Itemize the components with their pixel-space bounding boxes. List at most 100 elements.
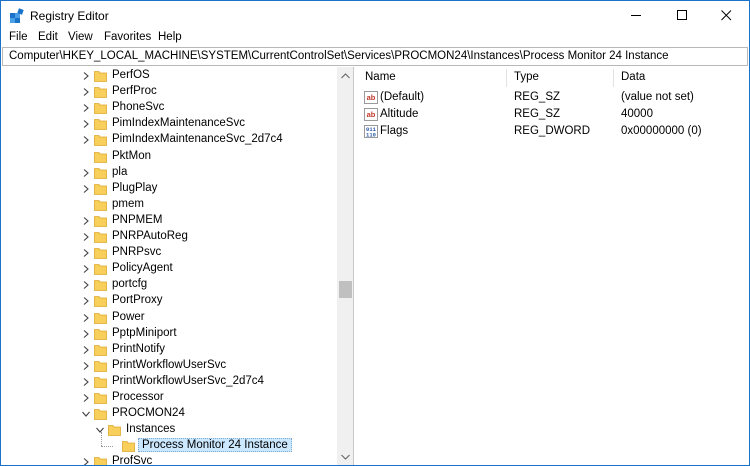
key-tree-pane[interactable]: PerfOS PerfProc PhoneSvc PimIndexMaintenanc… — [2, 67, 354, 465]
chevron-right-icon[interactable] — [81, 248, 91, 258]
tree-item[interactable]: portcfg — [2, 277, 337, 293]
chevron-right-icon[interactable] — [81, 377, 91, 387]
menu-help[interactable]: Help — [158, 31, 182, 43]
chevron-right-icon[interactable] — [81, 87, 91, 97]
tree-item-label[interactable]: PimIndexMaintenanceSvc — [110, 117, 247, 129]
chevron-right-icon[interactable] — [81, 296, 91, 306]
tree-item-label[interactable]: Instances — [124, 423, 177, 435]
column-header-name[interactable]: Name — [365, 71, 396, 83]
tree-item-label[interactable]: Processor — [110, 391, 166, 403]
scroll-up-button[interactable] — [337, 67, 353, 84]
value-name: Flags — [380, 125, 409, 137]
scroll-down-button[interactable] — [337, 448, 353, 465]
tree-item[interactable]: PrintNotify — [2, 342, 337, 358]
minimize-button[interactable] — [613, 1, 659, 30]
tree-item-label[interactable]: PNPMEM — [110, 214, 164, 226]
tree-item-label[interactable]: PktMon — [110, 150, 153, 162]
column-header-type[interactable]: Type — [514, 71, 539, 83]
chevron-down-icon[interactable] — [95, 425, 105, 435]
tree-item-label[interactable]: pla — [110, 166, 129, 178]
value-row[interactable]: ab (Default) REG_SZ (value not set) — [358, 89, 748, 106]
tree-item[interactable]: Power — [2, 310, 337, 326]
tree-item-label[interactable]: PerfProc — [110, 85, 159, 97]
chevron-right-icon[interactable] — [81, 232, 91, 242]
tree-item[interactable]: pmem — [2, 197, 337, 213]
address-path[interactable]: Computer\HKEY_LOCAL_MACHINE\SYSTEM\Curre… — [9, 50, 669, 62]
tree-item[interactable]: pla — [2, 165, 337, 181]
chevron-right-icon[interactable] — [81, 264, 91, 274]
tree-item-label[interactable]: Process Monitor 24 Instance — [138, 438, 292, 453]
tree-item-label[interactable]: ProfSvc — [110, 455, 154, 465]
chevron-right-icon[interactable] — [81, 71, 91, 81]
tree-item[interactable]: PortProxy — [2, 293, 337, 309]
chevron-right-icon[interactable] — [81, 345, 91, 355]
chevron-down-icon[interactable] — [81, 409, 91, 419]
tree-item-label[interactable]: PrintNotify — [110, 343, 167, 355]
tree-item-label[interactable]: PrintWorkflowUserSvc — [110, 359, 228, 371]
chevron-right-icon[interactable] — [81, 313, 91, 323]
close-button[interactable] — [703, 1, 749, 30]
chevron-right-icon[interactable] — [81, 184, 91, 194]
chevron-right-icon[interactable] — [81, 457, 91, 465]
tree-item-label[interactable]: PNRPsvc — [110, 246, 163, 258]
value-row[interactable]: 011 110 Flags REG_DWORD 0x00000000 (0) — [358, 123, 748, 140]
tree-item[interactable]: PNPMEM — [2, 213, 337, 229]
chevron-right-icon[interactable] — [81, 216, 91, 226]
tree-item-label[interactable]: PimIndexMaintenanceSvc_2d7c4 — [110, 133, 285, 145]
tree-item-label[interactable]: PortProxy — [110, 294, 165, 306]
chevron-right-icon[interactable] — [81, 103, 91, 113]
tree-vertical-scrollbar[interactable] — [337, 67, 353, 465]
chevron-right-icon[interactable] — [81, 135, 91, 145]
chevron-right-icon[interactable] — [81, 393, 91, 403]
menu-view[interactable]: View — [68, 31, 93, 43]
tree-item[interactable]: PrintWorkflowUserSvc — [2, 358, 337, 374]
tree-item[interactable]: PhoneSvc — [2, 100, 337, 116]
menu-file[interactable]: File — [9, 31, 28, 43]
tree-item[interactable]: PlugPlay — [2, 181, 337, 197]
tree-item-label[interactable]: PptpMiniport — [110, 327, 179, 339]
tree-item-label[interactable]: portcfg — [110, 278, 149, 290]
chevron-right-icon[interactable] — [81, 280, 91, 290]
tree-item[interactable]: PimIndexMaintenanceSvc — [2, 116, 337, 132]
tree-item[interactable]: PptpMiniport — [2, 326, 337, 342]
values-list-pane[interactable]: Name Type Data ab (Default) REG_SZ (valu… — [358, 67, 748, 465]
menu-favorites[interactable]: Favorites — [104, 31, 151, 43]
chevron-right-icon[interactable] — [81, 329, 91, 339]
tree-item[interactable]: PNRPAutoReg — [2, 229, 337, 245]
chevron-right-icon[interactable] — [81, 361, 91, 371]
maximize-button[interactable] — [659, 1, 705, 30]
folder-icon — [94, 232, 107, 243]
address-bar[interactable]: Computer\HKEY_LOCAL_MACHINE\SYSTEM\Curre… — [2, 47, 748, 66]
tree-item[interactable]: PrintWorkflowUserSvc_2d7c4 — [2, 374, 337, 390]
tree-item[interactable]: Processor — [2, 390, 337, 406]
chevron-right-icon[interactable] — [81, 168, 91, 178]
tree-item-label[interactable]: PROCMON24 — [110, 407, 187, 419]
tree-item-label[interactable]: pmem — [110, 198, 146, 210]
tree-item-label[interactable]: PNRPAutoReg — [110, 230, 190, 242]
value-row[interactable]: ab Altitude REG_SZ 40000 — [358, 106, 748, 123]
title-bar[interactable]: Registry Editor — [1, 1, 749, 30]
tree-item-label[interactable]: PerfOS — [110, 69, 152, 81]
svg-text:ab: ab — [367, 110, 376, 119]
tree-item[interactable]: PNRPsvc — [2, 245, 337, 261]
column-divider[interactable] — [613, 69, 614, 87]
tree-item[interactable]: PROCMON24 — [2, 406, 337, 422]
tree-item-label[interactable]: PhoneSvc — [110, 101, 166, 113]
tree-item[interactable]: PktMon — [2, 149, 337, 165]
tree-item[interactable]: PolicyAgent — [2, 261, 337, 277]
tree-item-label[interactable]: PolicyAgent — [110, 262, 175, 274]
tree-item-label[interactable]: Power — [110, 311, 147, 323]
tree-item[interactable]: Process Monitor 24 Instance — [2, 432, 337, 454]
column-divider[interactable] — [506, 69, 507, 87]
tree-item[interactable]: ProfSvc — [2, 454, 337, 465]
menu-edit[interactable]: Edit — [38, 31, 58, 43]
tree-item-label[interactable]: PrintWorkflowUserSvc_2d7c4 — [110, 375, 266, 387]
tree-item[interactable]: PerfProc — [2, 84, 337, 100]
chevron-right-icon[interactable] — [81, 119, 91, 129]
tree-item[interactable]: Instances — [2, 422, 337, 438]
column-header-data[interactable]: Data — [621, 71, 645, 83]
scrollbar-thumb[interactable] — [339, 281, 352, 298]
tree-item-label[interactable]: PlugPlay — [110, 182, 159, 194]
tree-item[interactable]: PimIndexMaintenanceSvc_2d7c4 — [2, 132, 337, 148]
tree-item[interactable]: PerfOS — [2, 68, 337, 84]
